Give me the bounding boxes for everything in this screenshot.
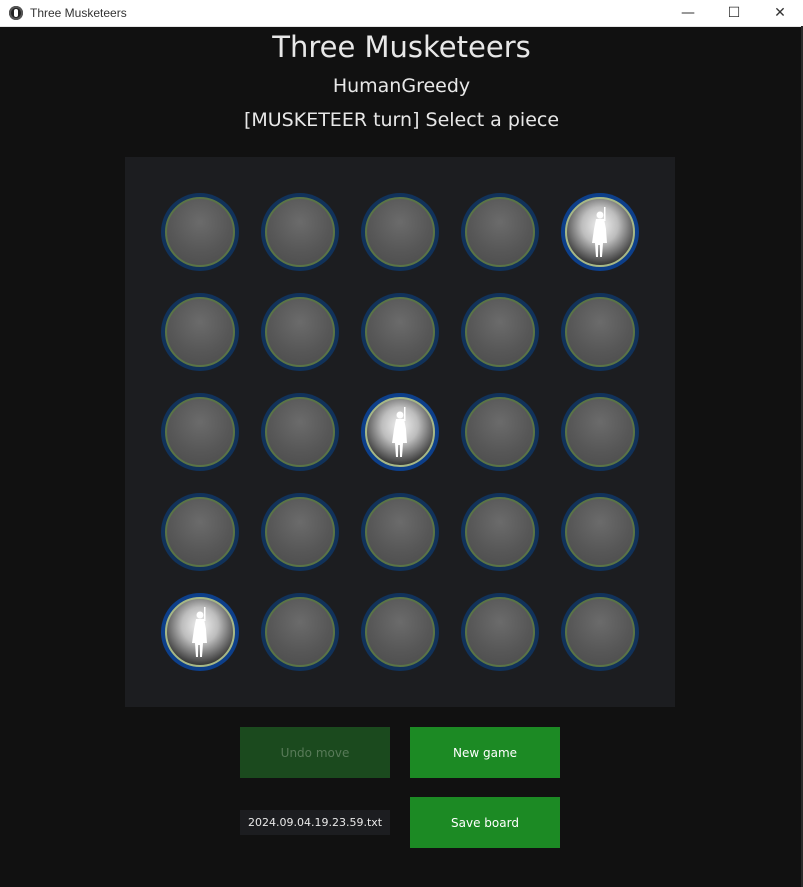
empty-disc bbox=[565, 597, 635, 667]
new-game-button[interactable]: New game bbox=[410, 727, 560, 778]
maximize-icon[interactable]: ☐ bbox=[711, 0, 757, 26]
empty-disc bbox=[365, 297, 435, 367]
empty-disc bbox=[365, 597, 435, 667]
board-cell[interactable] bbox=[361, 193, 439, 271]
board-cell[interactable] bbox=[161, 493, 239, 571]
filename-field[interactable]: 2024.09.04.19.23.59.txt bbox=[240, 810, 390, 835]
window-titlebar: Three Musketeers — ☐ ✕ bbox=[0, 0, 803, 27]
board-cell[interactable] bbox=[561, 393, 639, 471]
empty-disc bbox=[265, 497, 335, 567]
board-cell[interactable] bbox=[361, 493, 439, 571]
musketeer-disc bbox=[365, 397, 435, 467]
board-cell[interactable] bbox=[261, 493, 339, 571]
musketeer-icon bbox=[592, 207, 607, 257]
close-icon[interactable]: ✕ bbox=[757, 0, 803, 26]
undo-button[interactable]: Undo move bbox=[240, 727, 390, 778]
empty-disc bbox=[465, 297, 535, 367]
musketeer-disc bbox=[565, 197, 635, 267]
board-cell[interactable] bbox=[261, 293, 339, 371]
app-icon bbox=[9, 6, 23, 20]
empty-disc bbox=[465, 197, 535, 267]
window-controls: — ☐ ✕ bbox=[665, 0, 803, 26]
player-label: HumanGreedy bbox=[332, 75, 471, 97]
board-cell[interactable] bbox=[561, 593, 639, 671]
board-cell[interactable] bbox=[461, 293, 539, 371]
empty-disc bbox=[365, 197, 435, 267]
empty-disc bbox=[165, 297, 235, 367]
empty-disc bbox=[265, 597, 335, 667]
musketeer-piece[interactable] bbox=[161, 593, 239, 671]
empty-disc bbox=[165, 197, 235, 267]
empty-disc bbox=[565, 397, 635, 467]
empty-disc bbox=[265, 397, 335, 467]
board-cell[interactable] bbox=[261, 393, 339, 471]
page-title: Three Musketeers bbox=[272, 30, 531, 64]
save-board-button[interactable]: Save board bbox=[410, 797, 560, 848]
game-board bbox=[125, 157, 675, 707]
empty-disc bbox=[565, 497, 635, 567]
empty-disc bbox=[265, 197, 335, 267]
musketeer-icon bbox=[192, 607, 207, 657]
board-cell[interactable] bbox=[461, 593, 539, 671]
musketeer-disc bbox=[165, 597, 235, 667]
board-cell[interactable] bbox=[461, 493, 539, 571]
empty-disc bbox=[465, 497, 535, 567]
status-text: [MUSKETEER turn] Select a piece bbox=[243, 109, 560, 131]
board-cell[interactable] bbox=[561, 493, 639, 571]
empty-disc bbox=[465, 397, 535, 467]
board-cell[interactable] bbox=[261, 593, 339, 671]
board-cell[interactable] bbox=[261, 193, 339, 271]
board-cell[interactable] bbox=[461, 393, 539, 471]
empty-disc bbox=[465, 597, 535, 667]
empty-disc bbox=[565, 297, 635, 367]
empty-disc bbox=[165, 497, 235, 567]
minimize-icon[interactable]: — bbox=[665, 0, 711, 26]
board-cell[interactable] bbox=[461, 193, 539, 271]
empty-disc bbox=[265, 297, 335, 367]
board-cell[interactable] bbox=[561, 293, 639, 371]
musketeer-piece[interactable] bbox=[561, 193, 639, 271]
window-title: Three Musketeers bbox=[30, 6, 127, 20]
board-cell[interactable] bbox=[161, 393, 239, 471]
musketeer-piece[interactable] bbox=[361, 393, 439, 471]
board-cell[interactable] bbox=[161, 293, 239, 371]
empty-disc bbox=[365, 497, 435, 567]
empty-disc bbox=[165, 397, 235, 467]
board-cell[interactable] bbox=[161, 193, 239, 271]
board-cell[interactable] bbox=[361, 593, 439, 671]
musketeer-icon bbox=[392, 407, 407, 457]
board-cell[interactable] bbox=[361, 293, 439, 371]
